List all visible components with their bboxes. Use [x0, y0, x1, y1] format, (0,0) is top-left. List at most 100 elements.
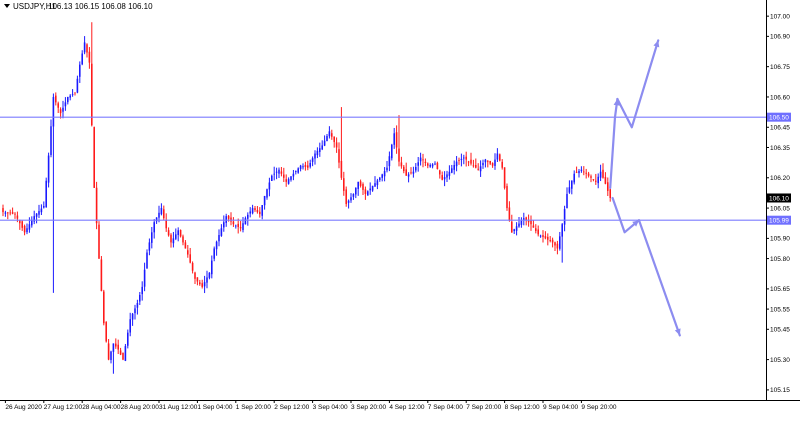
candle-body — [287, 179, 290, 184]
candle-body — [419, 157, 422, 162]
x-tick-label: 28 Aug 20:00 — [121, 404, 160, 411]
x-tick-label: 4 Sep 12:00 — [389, 404, 424, 411]
candle-body — [146, 252, 148, 269]
candle-body — [271, 175, 273, 181]
candle-body — [347, 200, 350, 203]
candle — [47, 152, 50, 188]
chart-area[interactable]: 106.50 105.99 107.00 106.90 106.75 106.60 106… — [0, 0, 800, 416]
candle-body — [283, 174, 285, 178]
candle-body — [43, 206, 45, 208]
candle-body — [391, 144, 393, 159]
candle-body — [571, 180, 573, 189]
candle-body — [182, 236, 184, 243]
candle-body — [52, 96, 55, 127]
candle-body — [398, 148, 400, 162]
candle-body — [9, 212, 11, 214]
candle-body — [506, 186, 508, 209]
candle-body — [321, 145, 323, 150]
candle-body — [580, 169, 583, 171]
candle-body — [412, 171, 415, 174]
candle-body — [223, 222, 225, 228]
y-tick-label: 105.30 — [770, 357, 790, 364]
candle-body — [64, 102, 67, 107]
candle-body — [112, 343, 115, 352]
candle-body — [273, 173, 275, 175]
candle-body — [410, 172, 412, 174]
x-tick-label: 3 Sep 04:00 — [313, 404, 348, 411]
candle-body — [527, 221, 530, 223]
candle-body — [443, 177, 446, 180]
candle-body — [575, 171, 578, 173]
y-tick-label: 105.45 — [770, 327, 790, 334]
y-tick-label: 105.90 — [770, 236, 790, 243]
candle-body — [477, 168, 479, 170]
candle-body — [196, 277, 199, 282]
candle-body — [311, 158, 314, 162]
candle-body — [107, 343, 110, 360]
candle-body — [194, 272, 196, 279]
candle-body — [568, 187, 571, 193]
candle-body — [573, 173, 575, 183]
candle-body — [386, 167, 388, 171]
y-tick-label: 106.05 — [770, 205, 790, 212]
candle-body — [319, 148, 321, 152]
candle-body — [323, 140, 326, 146]
candle-body — [268, 182, 271, 190]
candle-body — [14, 213, 16, 215]
candle-body — [201, 283, 203, 287]
candle-body — [167, 230, 170, 236]
candle-body — [230, 217, 232, 222]
y-tick-label: 107.00 — [770, 13, 790, 20]
candle-body — [74, 92, 76, 94]
x-tick-label: 7 Sep 20:00 — [466, 404, 501, 411]
candle-body — [136, 303, 139, 308]
candle-body — [359, 181, 362, 186]
candle-body — [148, 242, 151, 251]
candle-body — [403, 166, 405, 172]
candle — [93, 126, 95, 189]
x-tick-label: 3 Sep 20:00 — [351, 404, 386, 411]
candle-body — [439, 170, 441, 175]
candle-body — [463, 157, 465, 159]
candle-body — [208, 272, 211, 278]
candle-body — [139, 294, 141, 302]
candle-body — [487, 160, 489, 162]
candle-body — [189, 254, 191, 263]
candle-body — [251, 208, 254, 214]
candle-body — [609, 189, 611, 198]
candle-body — [424, 161, 427, 163]
candle-body — [415, 167, 417, 171]
candle-body — [592, 179, 595, 181]
candle-body — [441, 175, 443, 180]
candle-body — [343, 178, 345, 191]
candle-body — [458, 160, 460, 161]
candle-body — [129, 319, 131, 333]
candle-body — [280, 171, 283, 174]
chart-svg[interactable]: 106.50 105.99 107.00 106.90 106.75 106.60 106… — [0, 0, 800, 416]
candle-body — [83, 42, 86, 53]
candle-body — [427, 163, 429, 166]
candle-body — [350, 197, 352, 201]
x-tick-label: 28 Aug 04:00 — [82, 404, 121, 411]
candle — [100, 256, 103, 292]
y-tick-label: 106.35 — [770, 145, 790, 152]
candle-body — [393, 133, 395, 145]
candle-body — [304, 165, 307, 168]
level-price-label: 105.99 — [769, 218, 789, 225]
candle-body — [544, 236, 547, 239]
y-tick-label: 105.80 — [770, 256, 790, 263]
candle-body — [364, 189, 367, 194]
candle-body — [472, 165, 475, 167]
candle — [98, 221, 100, 259]
candle-body — [38, 211, 40, 215]
candle-body — [81, 53, 83, 65]
candle-body — [371, 185, 374, 191]
candle-body — [103, 291, 105, 324]
candle-body — [62, 107, 64, 112]
y-tick-label: 106.90 — [770, 34, 790, 41]
candle-body — [275, 171, 278, 173]
candle-body — [379, 177, 381, 181]
candle-body — [211, 260, 213, 275]
candle-body — [28, 224, 31, 230]
candle-body — [297, 168, 299, 173]
